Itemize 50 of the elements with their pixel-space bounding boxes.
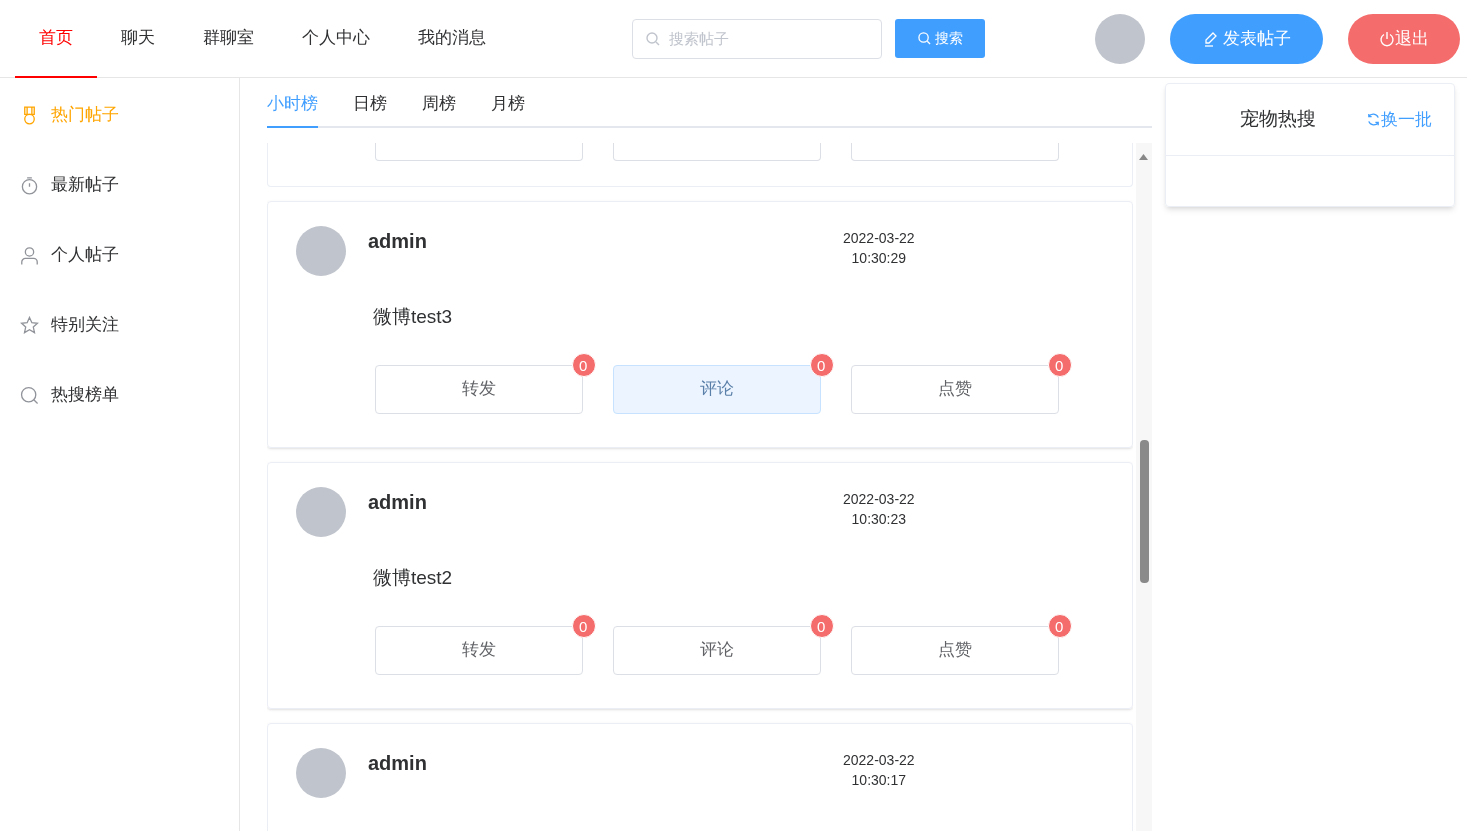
search-icon — [20, 385, 39, 405]
post-content: 微博test2 — [373, 566, 454, 590]
power-icon — [1379, 30, 1395, 47]
nav-tab[interactable]: 群聊室 — [179, 0, 278, 78]
count-badge: 0 — [572, 613, 596, 638]
post-date: 2022-03-22 — [843, 490, 915, 509]
nav-tab[interactable]: 我的消息 — [394, 0, 510, 78]
edit-icon — [1202, 30, 1219, 47]
action-button[interactable] — [851, 143, 1059, 161]
panel-title: 宠物热搜 — [1240, 107, 1316, 132]
post-time: 10:30:29 — [851, 249, 907, 268]
post-time: 10:30:17 — [851, 771, 907, 790]
count-badge: 0 — [572, 352, 596, 377]
refresh-icon — [1366, 112, 1381, 127]
count-badge: 0 — [810, 613, 834, 638]
search-field[interactable]: 搜索帖子 — [632, 18, 882, 59]
post-date: 2022-03-22 — [843, 229, 915, 248]
author-avatar — [296, 748, 346, 798]
author-avatar — [296, 487, 346, 537]
scrollbar[interactable] — [1136, 143, 1152, 831]
author-name: admin — [368, 490, 428, 515]
count-badge: 0 — [810, 352, 834, 377]
rank-tab[interactable]: 周榜 — [422, 90, 456, 128]
action-button[interactable] — [613, 143, 821, 161]
author-name: admin — [368, 751, 428, 776]
user-avatar[interactable] — [1095, 13, 1145, 64]
rank-tab[interactable]: 月榜 — [491, 90, 525, 128]
search-icon — [917, 32, 931, 45]
nav-tab[interactable]: 个人中心 — [278, 0, 394, 78]
search-icon — [646, 31, 660, 46]
nav-tab[interactable]: 首页 — [15, 0, 97, 78]
author-name: admin — [368, 229, 428, 254]
sidebar-item[interactable]: 热搜榜单 — [0, 360, 239, 430]
nav-tab[interactable]: 聊天 — [97, 0, 179, 78]
sidebar-item[interactable]: 最新帖子 — [0, 150, 239, 220]
post-time: 10:30:23 — [851, 510, 907, 529]
stopwatch-icon — [20, 175, 39, 195]
star-icon — [20, 315, 39, 335]
author-avatar — [296, 226, 346, 276]
rank-tab[interactable]: 日榜 — [353, 90, 387, 128]
action-button[interactable] — [375, 143, 583, 161]
count-badge: 0 — [1048, 613, 1072, 638]
scroll-up-icon — [1138, 153, 1149, 161]
post-content: 微博test3 — [373, 305, 454, 329]
sidebar-item[interactable]: 特别关注 — [0, 290, 239, 360]
post-date: 2022-03-22 — [843, 751, 915, 770]
user-icon — [20, 245, 39, 265]
scrollbar-thumb[interactable] — [1140, 440, 1149, 583]
sidebar-item[interactable]: 个人帖子 — [0, 220, 239, 290]
count-badge: 0 — [1048, 352, 1072, 377]
